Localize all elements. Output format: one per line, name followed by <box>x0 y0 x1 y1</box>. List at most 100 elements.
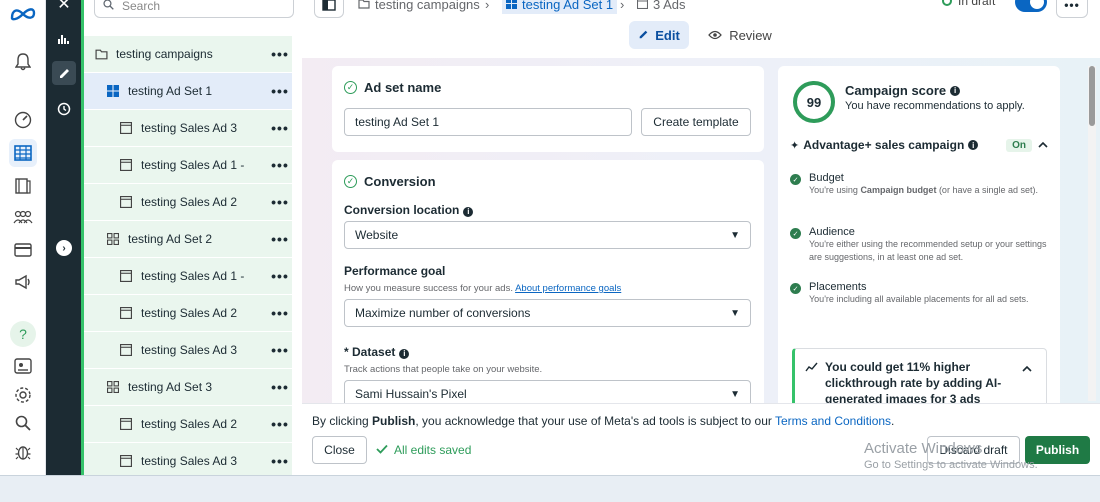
tree-item-adset[interactable]: testing Ad Set 1 ••• <box>84 73 292 109</box>
main-scrollbar[interactable] <box>1088 66 1096 401</box>
tree-item-label: testing Sales Ad 3 <box>141 121 238 135</box>
more-options-button[interactable]: ••• <box>268 268 292 284</box>
megaphone-icon[interactable] <box>9 268 37 296</box>
ad-icon <box>119 121 133 135</box>
check-circle-icon: ✓ <box>344 175 357 188</box>
score-ring: 99 <box>792 80 836 124</box>
rec-budget: ✓ Budget You're using Campaign budget (o… <box>790 172 1049 197</box>
advantage-row[interactable]: ✦ Advantage+ sales campaign i On <box>790 138 1048 152</box>
close-button[interactable]: Close <box>312 436 367 464</box>
chevron-up-icon[interactable] <box>1022 361 1032 375</box>
ad-icon <box>119 454 133 468</box>
more-options-button[interactable]: ••• <box>268 194 292 210</box>
global-nav-rail: ? <box>0 0 46 475</box>
tab-review[interactable]: Review <box>705 21 775 49</box>
ad-icon <box>119 195 133 209</box>
tree-item-ad[interactable]: testing Sales Ad 3 ••• <box>84 110 292 146</box>
ai-recommendation-box[interactable]: You could get 11% higher clickthrough ra… <box>792 348 1047 403</box>
tree-item-label: testing Sales Ad 1 - <box>141 269 245 283</box>
check-icon <box>376 443 388 457</box>
tree-item-label: testing Ad Set 1 <box>128 84 213 98</box>
more-options-button[interactable]: ••• <box>268 305 292 321</box>
info-icon[interactable]: i <box>950 85 961 96</box>
adset-name-heading: ✓ Ad set name <box>344 80 441 95</box>
tree-item-ad[interactable]: testing Sales Ad 3 ••• <box>84 332 292 368</box>
gauge-icon[interactable] <box>9 106 37 134</box>
more-options-button[interactable]: ••• <box>268 453 292 469</box>
breadcrumb-adset[interactable]: testing Ad Set 1 <box>502 0 618 14</box>
adset-name-input[interactable]: testing Ad Set 1 <box>344 108 632 136</box>
more-options-button[interactable]: ••• <box>268 379 292 395</box>
campaign-tree-panel: Search testing campaigns ••• testing Ad Se… <box>81 0 382 479</box>
meta-logo-icon[interactable] <box>9 0 37 28</box>
bar-chart-icon[interactable] <box>52 27 76 51</box>
chevron-up-icon[interactable] <box>1038 140 1048 151</box>
tree-item-campaign[interactable]: testing campaigns ••• <box>84 36 292 72</box>
history-clock-icon[interactable] <box>52 97 76 121</box>
breadcrumb-ads[interactable]: 3 Ads <box>636 0 686 14</box>
more-options-button[interactable]: ••• <box>268 120 292 136</box>
eye-icon <box>708 28 723 43</box>
adset-grid-icon <box>106 84 120 98</box>
tree-item-ad[interactable]: testing Sales Ad 3 ••• <box>84 443 292 479</box>
ad-icon <box>119 269 133 283</box>
conversion-location-label: Conversion location i <box>344 203 474 217</box>
info-icon[interactable]: i <box>968 140 979 150</box>
breadcrumb-campaign[interactable]: testing campaigns <box>358 0 480 14</box>
tree-item-ad[interactable]: testing Sales Ad 1 - ••• <box>84 258 292 294</box>
more-options-button[interactable]: ••• <box>268 231 292 247</box>
info-icon[interactable]: i <box>399 348 410 359</box>
settings-gear-icon[interactable] <box>9 381 37 409</box>
close-icon[interactable]: ✕ <box>52 0 76 16</box>
audiences-icon[interactable] <box>9 203 37 231</box>
adset-grid-icon <box>106 380 120 394</box>
create-template-button[interactable]: Create template <box>641 108 751 136</box>
conversion-card: ✓ Conversion Conversion location i Websit… <box>332 160 764 403</box>
check-dot-icon: ✓ <box>790 174 801 185</box>
bell-icon[interactable] <box>9 48 37 76</box>
ad-icon <box>119 158 133 172</box>
ads-manager-table-icon[interactable] <box>9 139 37 167</box>
tree-item-adset[interactable]: testing Ad Set 3 ••• <box>84 369 292 405</box>
campaign-on-toggle[interactable] <box>1015 0 1047 12</box>
breadcrumb-separator: › <box>485 0 490 12</box>
tab-edit[interactable]: Edit <box>629 21 689 49</box>
billing-card-icon[interactable] <box>9 236 37 264</box>
tree-item-label: testing Ad Set 3 <box>128 380 213 394</box>
dropdown-caret-icon: ▼ <box>730 229 740 241</box>
tree-search-input[interactable]: Search <box>94 0 294 18</box>
search-icon <box>103 0 114 13</box>
expand-chevron-icon[interactable]: › <box>52 236 76 260</box>
toggle-panel-button[interactable] <box>314 0 344 18</box>
dataset-select[interactable]: Sami Hussain's Pixel ▼ <box>344 380 751 403</box>
more-options-button[interactable]: ••• <box>268 157 292 173</box>
discard-draft-button[interactable]: Discard draft <box>927 436 1020 464</box>
tree-item-adset[interactable]: testing Ad Set 2 ••• <box>84 221 292 257</box>
tree-item-ad[interactable]: testing Sales Ad 2 ••• <box>84 406 292 442</box>
search-icon[interactable] <box>9 409 37 437</box>
tree-item-ad[interactable]: testing Sales Ad 1 - ••• <box>84 147 292 183</box>
help-icon[interactable]: ? <box>9 320 37 348</box>
tree-item-ad[interactable]: testing Sales Ad 2 ••• <box>84 184 292 220</box>
terms-link[interactable]: Terms and Conditions <box>775 414 891 428</box>
more-options-button[interactable]: ••• <box>268 46 292 62</box>
publish-bar: By clicking Publish, you acknowledge tha… <box>302 403 1100 475</box>
more-options-button[interactable]: ••• <box>1056 0 1088 18</box>
publish-button[interactable]: Publish <box>1025 436 1090 464</box>
edit-pencil-icon[interactable] <box>52 61 76 85</box>
advantage-on-badge: On <box>1006 138 1032 152</box>
conversion-location-select[interactable]: Website ▼ <box>344 221 751 249</box>
more-options-button[interactable]: ••• <box>268 342 292 358</box>
bug-report-icon[interactable] <box>9 438 37 466</box>
ai-tip-text: You could get 11% higher clickthrough ra… <box>825 360 1002 403</box>
tree-item-ad[interactable]: testing Sales Ad 2 ••• <box>84 295 292 331</box>
account-quality-icon[interactable] <box>9 352 37 380</box>
adset-grid-icon <box>106 232 120 246</box>
performance-goal-help: How you measure success for your ads. Ab… <box>344 283 622 294</box>
reports-icon[interactable] <box>9 172 37 200</box>
performance-goal-select[interactable]: Maximize number of conversions ▼ <box>344 299 751 327</box>
about-performance-goals-link[interactable]: About performance goals <box>515 283 621 294</box>
more-options-button[interactable]: ••• <box>268 416 292 432</box>
more-options-button[interactable]: ••• <box>268 83 292 99</box>
info-icon[interactable]: i <box>463 206 474 217</box>
